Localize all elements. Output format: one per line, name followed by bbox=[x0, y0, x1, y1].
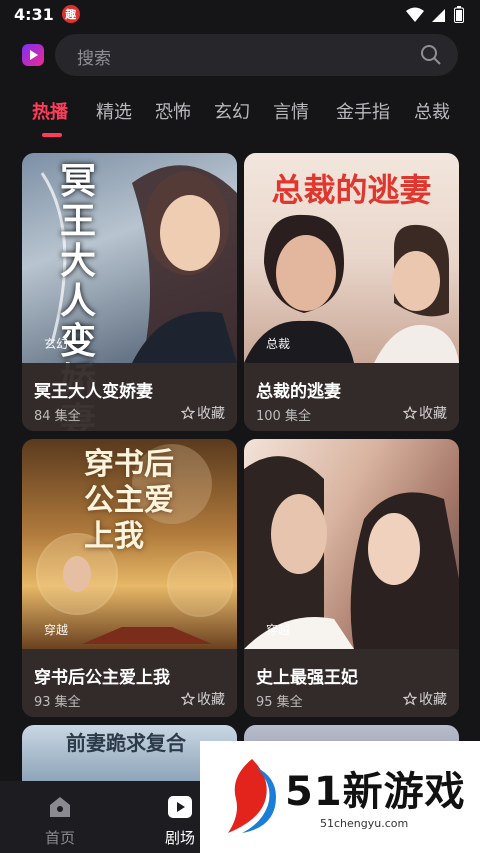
genre-tag: 穿越 bbox=[266, 623, 291, 637]
favorite-button[interactable]: 收藏 bbox=[181, 689, 225, 709]
star-icon bbox=[181, 406, 195, 420]
poster-title-text: 穿书后公主爱上我 bbox=[84, 447, 174, 554]
episode-count: 93 集全 bbox=[34, 695, 81, 710]
favorite-label: 收藏 bbox=[197, 692, 225, 708]
nav-home[interactable]: 首页 bbox=[30, 795, 90, 848]
star-icon bbox=[403, 406, 417, 420]
favorite-button[interactable]: 收藏 bbox=[403, 689, 447, 709]
tab-featured[interactable]: 精选 bbox=[96, 98, 132, 124]
poster-image bbox=[244, 439, 459, 649]
battery-icon bbox=[454, 6, 464, 23]
nav-home-label: 首页 bbox=[44, 829, 75, 847]
card-info: 史上最强王妃 95 集全 收藏 bbox=[244, 649, 459, 717]
tab-golden-finger[interactable]: 金手指 bbox=[336, 98, 390, 124]
category-tabs: 热播 精选 恐怖 玄幻 言情 金手指 总裁 bbox=[0, 98, 480, 138]
genre-tag: 玄幻 bbox=[44, 337, 69, 351]
home-icon bbox=[50, 797, 70, 817]
episode-count: 84 集全 bbox=[34, 409, 81, 424]
search-placeholder: 搜索 bbox=[77, 49, 111, 69]
search-row: 搜索 bbox=[0, 34, 480, 78]
favorite-label: 收藏 bbox=[197, 406, 225, 422]
signal-icon bbox=[432, 8, 445, 22]
genre-tag: 穿越 bbox=[44, 623, 69, 637]
card-info: 总裁的逃妻 100 集全 收藏 bbox=[244, 363, 459, 431]
search-input[interactable]: 搜索 bbox=[55, 34, 458, 76]
favorite-button[interactable]: 收藏 bbox=[181, 403, 225, 423]
poster-image: 穿书后公主爱上我 bbox=[22, 439, 237, 649]
drama-card[interactable]: 总裁的逃妻 总裁 总裁的逃妻 100 集全 收藏 bbox=[244, 153, 459, 431]
card-info: 冥王大人变娇妻 84 集全 收藏 bbox=[22, 363, 237, 431]
wifi-icon bbox=[406, 7, 424, 22]
watermark-url: 51chengyu.com bbox=[320, 817, 409, 830]
episode-count: 95 集全 bbox=[256, 695, 303, 710]
favorite-label: 收藏 bbox=[419, 692, 447, 708]
status-time: 4:31 bbox=[14, 4, 54, 24]
card-title: 穿书后公主爱上我 bbox=[34, 668, 170, 688]
card-title: 冥王大人变娇妻 bbox=[34, 382, 153, 402]
active-tab-indicator bbox=[42, 133, 62, 137]
search-icon[interactable] bbox=[420, 44, 442, 66]
drama-card[interactable]: 穿书后公主爱上我 穿越 穿书后公主爱上我 93 集全 收藏 bbox=[22, 439, 237, 717]
poster-art bbox=[244, 456, 459, 649]
card-info: 穿书后公主爱上我 93 集全 收藏 bbox=[22, 649, 237, 717]
poster-title-text: 总裁的逃妻 bbox=[271, 171, 432, 209]
card-title: 总裁的逃妻 bbox=[256, 382, 341, 402]
tab-hot[interactable]: 热播 bbox=[32, 98, 68, 124]
tab-romance[interactable]: 言情 bbox=[273, 98, 309, 124]
watermark-overlay: 51新游戏 51chengyu.com bbox=[200, 741, 480, 853]
status-icons bbox=[406, 6, 464, 23]
favorite-label: 收藏 bbox=[419, 406, 447, 422]
star-icon bbox=[403, 692, 417, 706]
drama-card[interactable]: 穿越 史上最强王妃 95 集全 收藏 bbox=[244, 439, 459, 717]
drama-card[interactable]: 冥王大人变娇妻 玄幻 冥王大人变娇妻 84 集全 收藏 bbox=[22, 153, 237, 431]
genre-tag: 总裁 bbox=[266, 337, 291, 351]
tab-fantasy[interactable]: 玄幻 bbox=[214, 98, 250, 124]
watermark-title: 51新游戏 bbox=[285, 769, 466, 815]
favorite-button[interactable]: 收藏 bbox=[403, 403, 447, 423]
poster-title-text: 前妻跪求复合 bbox=[66, 731, 186, 755]
app-logo-icon[interactable] bbox=[22, 44, 44, 66]
tab-horror[interactable]: 恐怖 bbox=[155, 98, 191, 124]
site-logo-icon bbox=[228, 759, 276, 833]
notification-app-icon: 趣 bbox=[61, 5, 80, 23]
poster-image: 冥王大人变娇妻 bbox=[22, 153, 237, 431]
tab-ceo[interactable]: 总裁 bbox=[414, 98, 450, 124]
status-bar: 4:31 趣 bbox=[0, 0, 480, 28]
star-icon bbox=[181, 692, 195, 706]
episode-count: 100 集全 bbox=[256, 409, 311, 424]
poster-image: 总裁的逃妻 bbox=[244, 153, 459, 363]
play-icon bbox=[168, 796, 192, 818]
card-title: 史上最强王妃 bbox=[256, 668, 358, 688]
